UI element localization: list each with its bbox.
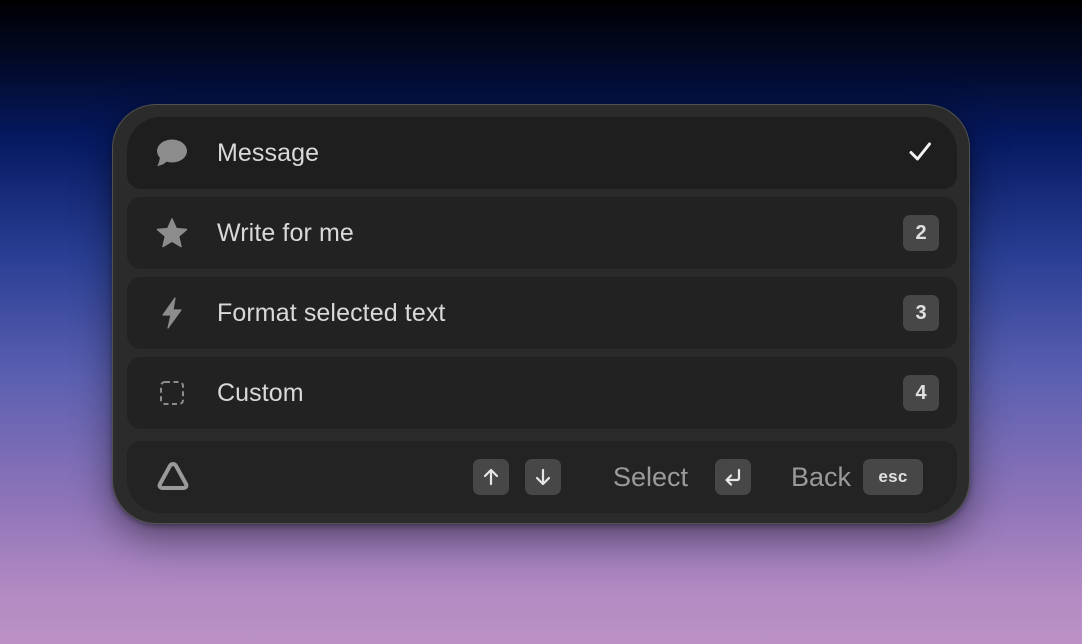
menu-item-custom[interactable]: Custom 4	[127, 357, 957, 429]
menu-item-label: Message	[217, 138, 320, 167]
arrow-down-icon	[535, 468, 551, 486]
menu-item-write-for-me[interactable]: Write for me 2	[127, 197, 957, 269]
arrow-up-button[interactable]	[473, 459, 509, 495]
triangle-logo-icon	[155, 459, 191, 495]
return-key-icon	[725, 468, 741, 486]
command-menu-panel: Message Write for me 2 Format selected t…	[112, 104, 970, 524]
menu-item-label: Custom	[217, 378, 304, 407]
dashed-square-icon	[155, 376, 189, 410]
shortcut-badge: 2	[903, 215, 939, 251]
menu-item-message[interactable]: Message	[127, 117, 957, 189]
lightning-icon	[155, 296, 189, 330]
back-button[interactable]: esc	[863, 459, 923, 495]
esc-key-label: esc	[878, 467, 908, 486]
checkmark-icon	[905, 137, 935, 167]
menu-item-label: Format selected text	[217, 298, 446, 327]
star-icon	[155, 216, 189, 250]
footer-bar: Select Back esc	[127, 441, 957, 513]
select-button[interactable]	[715, 459, 751, 495]
menu-item-format-selected-text[interactable]: Format selected text 3	[127, 277, 957, 349]
back-label: Back	[791, 462, 852, 492]
menu-item-label: Write for me	[217, 218, 354, 247]
shortcut-badge: 3	[903, 295, 939, 331]
chat-bubble-icon	[155, 136, 189, 170]
select-label: Select	[613, 462, 689, 492]
arrow-up-icon	[483, 468, 499, 486]
shortcut-badge: 4	[903, 375, 939, 411]
arrow-down-button[interactable]	[525, 459, 561, 495]
